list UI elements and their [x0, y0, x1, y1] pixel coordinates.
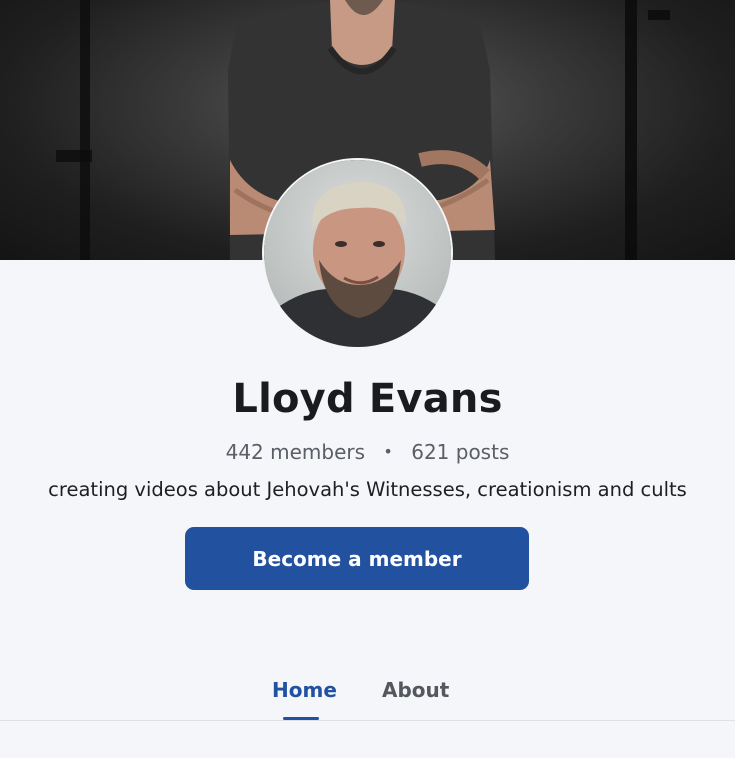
- profile-page: Lloyd Evans 442 members • 621 posts crea…: [0, 0, 735, 758]
- profile-stats: 442 members • 621 posts: [0, 440, 735, 464]
- tab-about[interactable]: About: [382, 678, 449, 702]
- member-count: 442 members: [225, 440, 366, 464]
- active-tab-indicator: [283, 717, 319, 720]
- tab-home[interactable]: Home: [272, 678, 337, 702]
- profile-tabs: Home About: [0, 668, 735, 721]
- profile-bio: creating videos about Jehovah's Witnesse…: [48, 478, 687, 501]
- post-count: 621 posts: [411, 440, 510, 464]
- profile-avatar[interactable]: [264, 160, 451, 347]
- stats-separator: •: [383, 442, 393, 461]
- profile-name: Lloyd Evans: [232, 376, 503, 422]
- become-member-button[interactable]: Become a member: [185, 527, 529, 590]
